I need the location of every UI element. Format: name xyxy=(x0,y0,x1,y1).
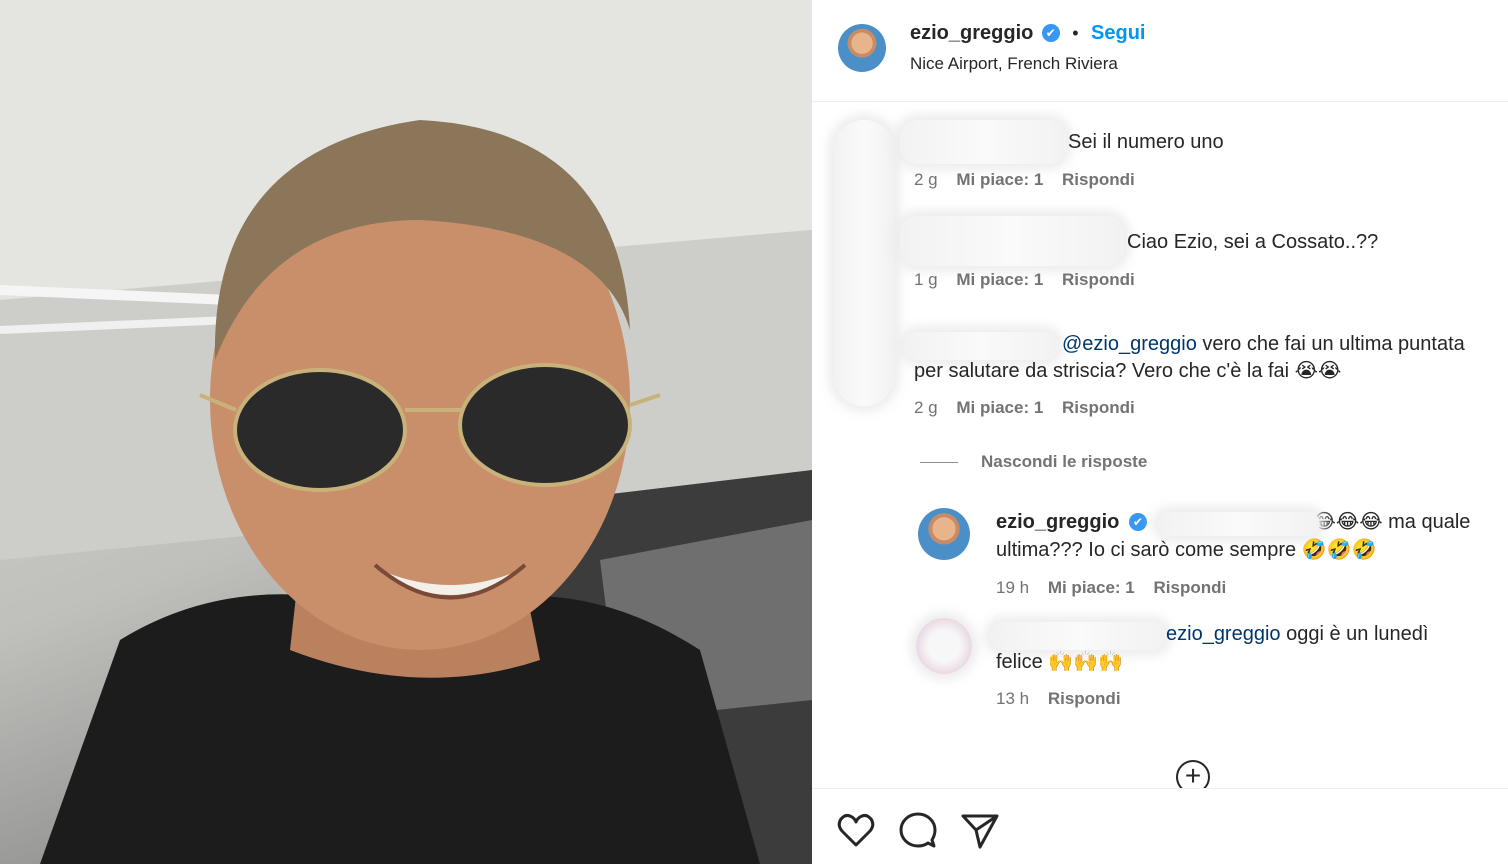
post-photo xyxy=(0,0,812,864)
author-avatar[interactable] xyxy=(838,24,886,72)
comment-text: @ezio_greggio vero che fai un ultima pun… xyxy=(1062,330,1465,358)
send-icon[interactable] xyxy=(960,811,1000,851)
comment-icon[interactable] xyxy=(898,811,938,851)
post-actions xyxy=(812,788,1508,864)
hide-replies-button[interactable]: Nascondi le risposte xyxy=(981,452,1147,472)
reply-button[interactable]: Rispondi xyxy=(1048,689,1121,708)
heart-icon[interactable] xyxy=(836,811,876,851)
follow-button[interactable]: Segui xyxy=(1091,22,1145,44)
comment-meta: 2 g Mi piace: 1 Rispondi xyxy=(914,170,1149,190)
comment-text: Sei il numero uno xyxy=(1068,131,1224,153)
replies-divider xyxy=(920,462,958,463)
blurred-avatar xyxy=(834,120,894,406)
blurred-username xyxy=(900,120,1066,164)
comment-text-part: vero che fai un ultima puntata xyxy=(1196,333,1465,355)
blurred-avatar xyxy=(916,618,972,674)
blurred-username xyxy=(990,622,1166,650)
blurred-username xyxy=(900,216,1124,266)
comment-meta: 2 g Mi piace: 1 Rispondi xyxy=(914,398,1149,418)
reply-button[interactable]: Rispondi xyxy=(1062,170,1135,189)
comment-text: Ciao Ezio, sei a Cossato..?? xyxy=(1127,231,1379,253)
reply-text: ezio_greggio oggi è un lunedì xyxy=(1166,620,1428,648)
comment-likes[interactable]: Mi piace: 1 xyxy=(956,270,1043,289)
reply-time: 13 h xyxy=(996,689,1030,708)
post-location[interactable]: Nice Airport, French Riviera xyxy=(910,54,1118,74)
author-line: ezio_greggio ✔ • Segui xyxy=(910,22,1145,45)
comment-time: 2 g xyxy=(914,170,938,189)
reply-meta: 19 h Mi piace: 1 Rispondi xyxy=(996,578,1240,598)
separator-dot: • xyxy=(1072,23,1079,43)
comment-likes[interactable]: Mi piace: 1 xyxy=(956,170,1043,189)
comments-list: Sei il numero uno 2 g Mi piace: 1 Rispon… xyxy=(812,102,1508,788)
mention-link[interactable]: ezio_greggio xyxy=(1166,623,1281,645)
post-header: ezio_greggio ✔ • Segui Nice Airport, Fre… xyxy=(812,0,1508,102)
comment-time: 1 g xyxy=(914,270,938,289)
reply-time: 19 h xyxy=(996,578,1030,597)
reply-button[interactable]: Rispondi xyxy=(1062,270,1135,289)
reply-text-part: 😂😂😂 ma quale xyxy=(1312,511,1471,533)
mention-link[interactable]: @ezio_greggio xyxy=(1062,333,1197,355)
reply-username[interactable]: ezio_greggio xyxy=(996,511,1119,533)
reply-text-part: oggi è un lunedì xyxy=(1280,623,1429,645)
selfie-illustration xyxy=(0,0,812,864)
comment-time: 2 g xyxy=(914,398,938,417)
reply-text-line: ultima??? Io ci sarò come sempre 🤣🤣🤣 xyxy=(996,539,1377,561)
comment-text-line: per salutare da striscia? Vero che c'è l… xyxy=(914,360,1342,382)
post-sidebar: ezio_greggio ✔ • Segui Nice Airport, Fre… xyxy=(812,0,1508,864)
verified-icon: ✔ xyxy=(1128,513,1147,531)
blurred-username xyxy=(1158,512,1320,536)
comment-meta: 1 g Mi piace: 1 Rispondi xyxy=(914,270,1149,290)
reply-button[interactable]: Rispondi xyxy=(1062,398,1135,417)
reply-author-avatar[interactable] xyxy=(918,508,970,560)
author-username[interactable]: ezio_greggio xyxy=(910,22,1033,44)
reply-likes[interactable]: Mi piace: 1 xyxy=(1048,578,1135,597)
reply-meta: 13 h Rispondi xyxy=(996,689,1135,709)
reply-button[interactable]: Rispondi xyxy=(1153,578,1226,597)
reply-text-line: felice 🙌🙌🙌 xyxy=(996,651,1123,673)
blurred-username xyxy=(904,332,1058,360)
verified-icon: ✔ xyxy=(1041,24,1060,42)
load-more-comments-icon[interactable]: + xyxy=(1176,760,1210,788)
comment-likes[interactable]: Mi piace: 1 xyxy=(956,398,1043,417)
